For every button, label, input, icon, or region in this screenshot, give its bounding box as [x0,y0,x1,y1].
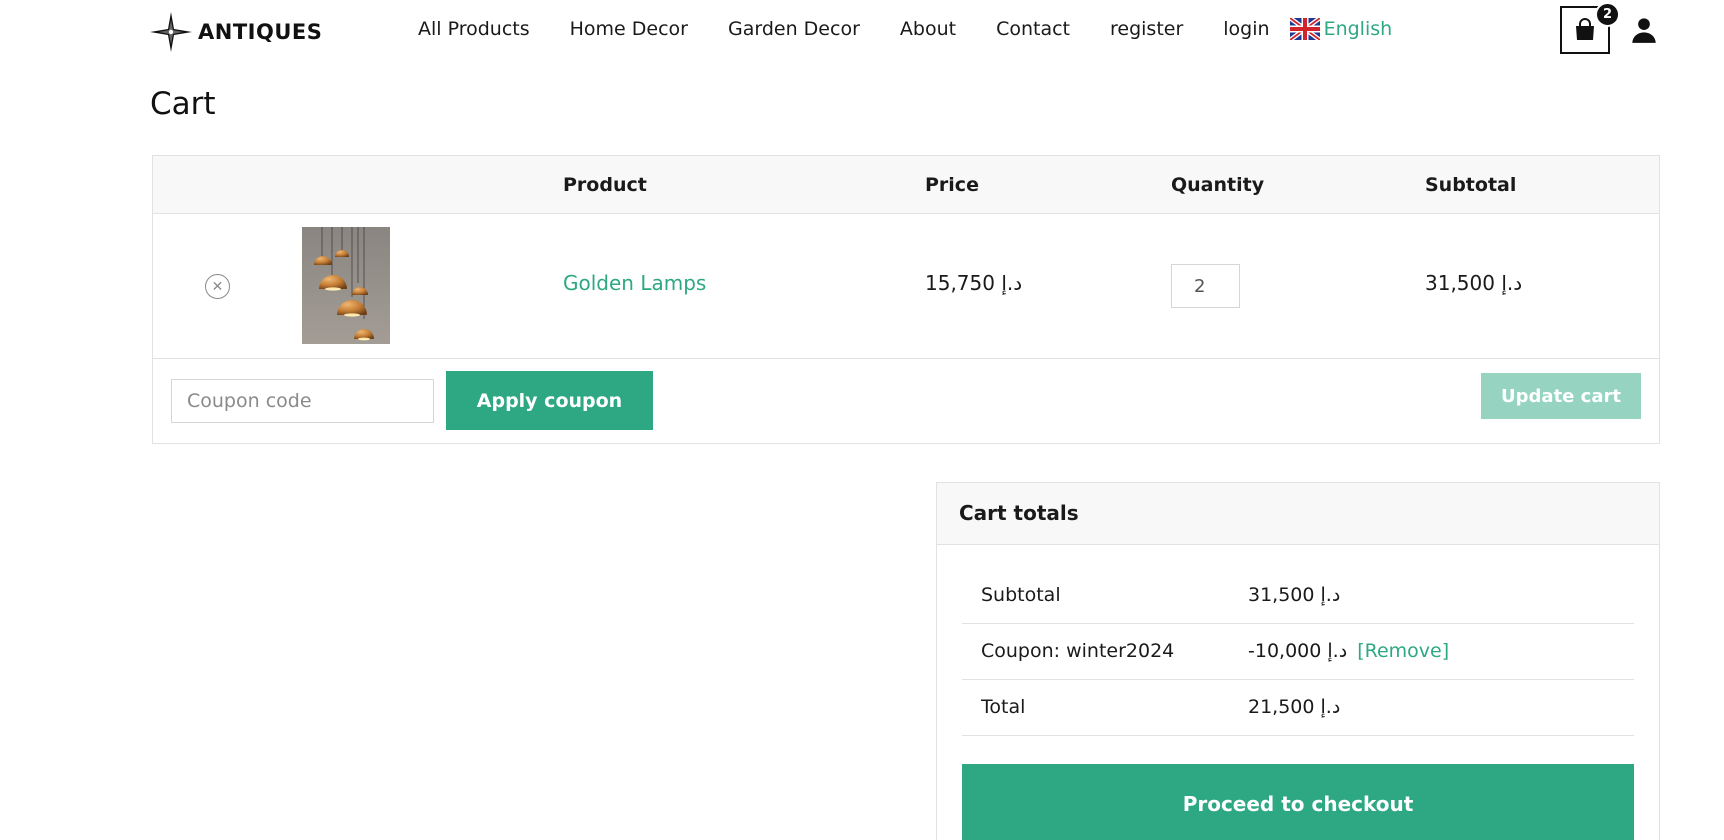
item-price: د.إ 15,750 [925,271,1023,295]
nav-contact[interactable]: Contact [996,18,1070,40]
total-label: Total [981,696,1026,718]
nav-about[interactable]: About [900,18,956,40]
user-icon [1632,18,1656,43]
proceed-to-checkout-button[interactable]: Proceed to checkout [962,764,1634,840]
column-header-quantity: Quantity [1171,174,1265,196]
cart-totals-title: Cart totals [959,501,1079,525]
main-nav: All Products Home Decor Garden Decor Abo… [418,18,1392,40]
compass-star-icon [150,12,192,52]
quantity-input[interactable] [1171,264,1240,308]
subtotal-value: د.إ 31,500 [1248,584,1341,606]
brand-name: ANTIQUES [198,20,323,44]
totals-row-subtotal: Subtotal د.إ 31,500 [962,568,1634,624]
remove-coupon-link[interactable]: [Remove] [1357,640,1449,662]
total-value: د.إ 21,500 [1248,696,1341,718]
coupon-code-input[interactable] [171,379,434,423]
nav-login[interactable]: login [1223,18,1269,40]
shopping-bag-icon [1576,18,1594,40]
page-title: Cart [150,86,216,122]
column-header-price: Price [925,174,979,196]
remove-item-button[interactable]: ✕ [205,274,230,299]
cart-actions: Apply coupon Update cart [153,359,1659,445]
nav-garden-decor[interactable]: Garden Decor [728,18,860,40]
product-thumbnail[interactable] [302,227,390,344]
subtotal-label: Subtotal [981,584,1061,606]
cart-table-header: Product Price Quantity Subtotal [153,156,1659,214]
apply-coupon-button[interactable]: Apply coupon [446,371,653,430]
item-subtotal: د.إ 31,500 [1425,271,1523,295]
cart-totals-header: Cart totals [937,483,1659,545]
column-header-product: Product [563,174,647,196]
coupon-discount: -د.إ 10,000 [Remove] [1248,640,1449,662]
language-label: English [1323,18,1393,40]
account-button[interactable] [1630,16,1658,44]
cart-table: Product Price Quantity Subtotal ✕ Golden… [152,155,1660,444]
cart-totals-panel: Cart totals Subtotal د.إ 31,500 Coupon: … [936,482,1660,840]
close-icon: ✕ [211,278,224,295]
site-logo[interactable]: ANTIQUES [150,12,322,52]
totals-row-coupon: Coupon: winter2024 -د.إ 10,000 [Remove] [962,624,1634,680]
nav-register[interactable]: register [1110,18,1183,40]
language-switcher[interactable]: English [1289,18,1393,40]
cart-item-row: ✕ Golden Lamps د.إ 15,750 2 د.إ 31,500 [153,214,1659,359]
product-name-link[interactable]: Golden Lamps [563,271,706,295]
uk-flag-icon [1289,18,1320,40]
nav-all-products[interactable]: All Products [418,18,530,40]
nav-home-decor[interactable]: Home Decor [570,18,688,40]
coupon-label: Coupon: winter2024 [981,640,1175,662]
column-header-subtotal: Subtotal [1425,174,1517,196]
coupon-discount-value: -د.إ 10,000 [1248,640,1348,662]
cart-count-badge: 2 [1595,2,1620,27]
site-header: ANTIQUES All Products Home Decor Garden … [0,0,1724,62]
cart-button[interactable]: 2 [1560,2,1620,54]
totals-row-total: Total د.إ 21,500 [962,680,1634,736]
update-cart-button[interactable]: Update cart [1481,373,1641,419]
